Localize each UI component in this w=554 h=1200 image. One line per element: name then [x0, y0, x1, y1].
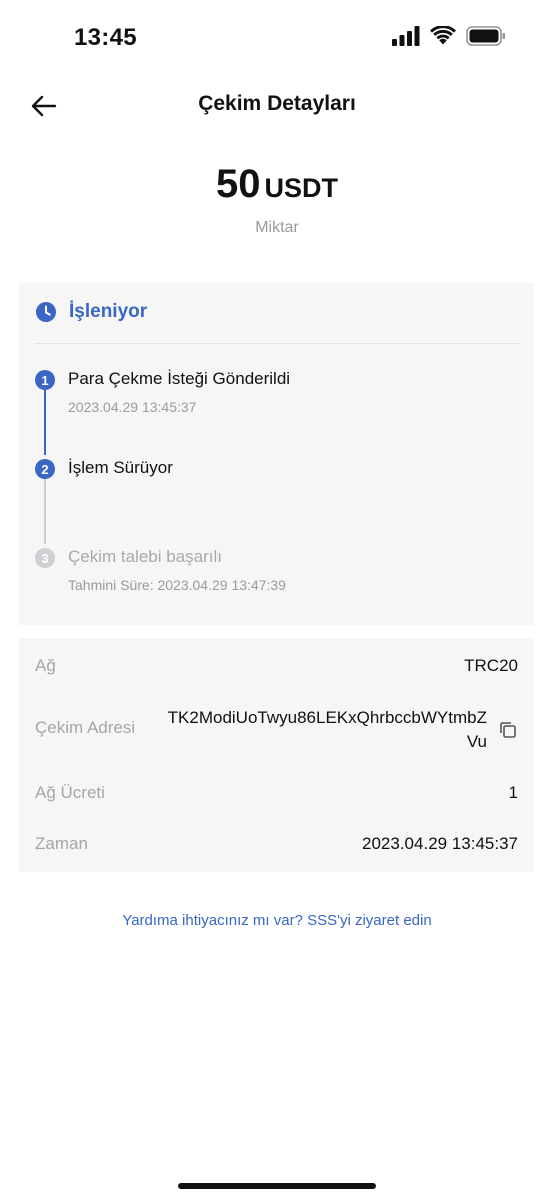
step-3-title: Çekim talebi başarılı: [68, 547, 223, 566]
step-1-badge: 1: [35, 370, 55, 390]
step-2-badge: 2: [35, 459, 55, 479]
step-2-title: İşlem Sürüyor: [68, 458, 173, 477]
battery-icon: [466, 26, 505, 46]
page-title: Çekim Detayları: [198, 92, 356, 115]
clock-icon: [36, 302, 56, 322]
progress-line-completed: [44, 389, 46, 455]
address-value: TK2ModiUoTwyu86LEKxQhrbccbWYtmbZVu: [167, 708, 487, 751]
status-icons: [392, 26, 506, 46]
network-label: Ağ: [35, 656, 56, 675]
copy-address-button[interactable]: [498, 720, 518, 740]
divider: [35, 343, 520, 344]
step-1-title: Para Çekme İsteği Gönderildi: [68, 369, 291, 388]
fee-label: Ağ Ücreti: [35, 783, 105, 802]
amount-value: 50: [216, 162, 261, 206]
amount-unit: USDT: [264, 173, 339, 203]
time-label: Zaman: [35, 834, 88, 853]
fee-value: 1: [508, 783, 518, 802]
wifi-icon: [430, 26, 456, 45]
header: Çekim Detayları: [0, 78, 554, 134]
status-time: 13:45: [74, 24, 137, 51]
step-3-badge: 3: [35, 548, 55, 568]
copy-icon: [500, 722, 516, 738]
status-bar: 13:45: [0, 0, 554, 76]
help-faq-link[interactable]: Yardıma ihtiyacınız mı var? SSS'yi ziyar…: [0, 912, 554, 929]
signal-icon: [392, 26, 420, 46]
amount-label: Miktar: [255, 219, 299, 236]
time-value: 2023.04.29 13:45:37: [362, 834, 518, 853]
step-3-estimated-time: Tahmini Süre: 2023.04.29 13:47:39: [68, 577, 286, 593]
details-card: Ağ TRC20 Çekim Adresi TK2ModiUoTwyu86LEK…: [19, 638, 534, 872]
status-card: İşleniyor 1 Para Çekme İsteği Gönderildi…: [19, 283, 534, 625]
home-indicator[interactable]: [178, 1183, 376, 1189]
network-value: TRC20: [464, 656, 518, 675]
withdrawal-details-screen: 13:45 Çekim Detayları 50 USDT Miktar İşl…: [0, 0, 554, 1200]
progress-line-pending: [44, 478, 46, 544]
status-label: İşleniyor: [69, 301, 148, 322]
amount-display: 50 USDT: [0, 162, 554, 207]
address-label: Çekim Adresi: [35, 718, 136, 737]
step-1-time: 2023.04.29 13:45:37: [68, 399, 197, 415]
status-header: İşleniyor: [35, 297, 147, 327]
